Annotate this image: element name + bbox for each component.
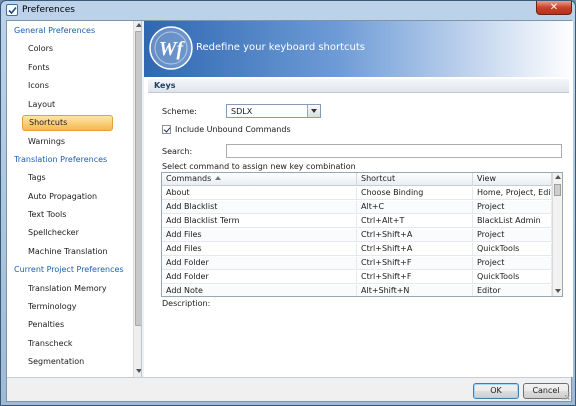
cell-shortcut: Alt+Shift+N — [357, 285, 473, 296]
app-checkmark-icon — [6, 4, 18, 16]
nav-item-machine-translation[interactable]: Machine Translation — [28, 244, 108, 260]
cell-shortcut: Ctrl+Shift+A — [357, 229, 473, 242]
column-header-commands-label: Commands — [166, 174, 212, 183]
cell-command: Add Folder — [162, 257, 357, 270]
close-button[interactable]: ✕ — [536, 1, 572, 15]
cell-command: Add Note — [162, 285, 357, 296]
description-label: Description: — [162, 299, 211, 308]
table-header: Commands Shortcut View — [162, 173, 552, 186]
cell-shortcut: Ctrl+Shift+A — [357, 243, 473, 256]
resize-grip-icon[interactable] — [562, 392, 570, 400]
svg-text:Wf: Wf — [159, 38, 186, 60]
column-header-view[interactable]: View — [473, 173, 552, 186]
keys-section-title: Keys — [154, 81, 176, 90]
cell-command: Add Blacklist Term — [162, 215, 357, 228]
chevron-down-icon[interactable] — [307, 105, 320, 117]
table-row[interactable]: Add Blacklist Term Ctrl+Alt+T BlackList … — [162, 215, 552, 228]
cell-command: Add Files — [162, 243, 357, 256]
cell-command: Add Files — [162, 229, 357, 242]
scheme-label: Scheme: — [162, 107, 197, 116]
window-title: Preferences — [22, 5, 75, 15]
nav-item-tags[interactable]: Tags — [28, 170, 46, 186]
banner-heading: Redefine your keyboard shortcuts — [196, 42, 366, 53]
cell-shortcut: Ctrl+Shift+F — [357, 257, 473, 270]
cell-shortcut: Choose Binding — [357, 187, 473, 200]
cell-command: About — [162, 187, 357, 200]
cell-command: Add Blacklist — [162, 201, 357, 214]
table-row[interactable]: Add Files Ctrl+Shift+A Project — [162, 229, 552, 242]
scheme-select[interactable]: SDLX — [226, 104, 321, 118]
cell-view: Project — [473, 229, 552, 242]
table-row[interactable]: Add Folder Ctrl+Shift+F Project — [162, 257, 552, 270]
nav-item-fonts[interactable]: Fonts — [28, 60, 50, 76]
scroll-up-icon[interactable] — [136, 23, 141, 27]
nav-group-current-project[interactable]: Current Project Preferences — [14, 262, 124, 278]
cell-view: Project — [473, 257, 552, 270]
cell-view: Editor — [473, 285, 552, 296]
scroll-down-icon[interactable] — [555, 289, 561, 293]
column-header-shortcut[interactable]: Shortcut — [357, 173, 473, 186]
search-label: Search: — [162, 147, 193, 156]
dialog-client: General Preferences Colors Fonts Icons L… — [6, 20, 573, 402]
nav-item-terminology[interactable]: Terminology — [28, 299, 77, 315]
preferences-window: Preferences ✕ General Preferences Colors… — [0, 0, 576, 406]
scroll-up-icon[interactable] — [555, 175, 561, 179]
cell-command: Add Folder — [162, 271, 357, 284]
column-header-commands[interactable]: Commands — [162, 173, 357, 186]
cell-view: QuickTools — [473, 243, 552, 256]
include-unbound-checkbox[interactable] — [162, 125, 171, 134]
nav-item-transcheck[interactable]: Transcheck — [28, 336, 73, 352]
nav-item-layout[interactable]: Layout — [28, 97, 55, 113]
scroll-thumb[interactable] — [135, 31, 141, 326]
nav-item-text-tools[interactable]: Text Tools — [28, 207, 66, 223]
search-input[interactable] — [226, 144, 562, 158]
cell-shortcut: Ctrl+Shift+F — [357, 271, 473, 284]
preferences-nav: General Preferences Colors Fonts Icons L… — [7, 21, 142, 377]
select-command-label: Select command to assign new key combina… — [162, 162, 356, 171]
shortcuts-panel: Wf Redefine your keyboard shortcuts Keys… — [144, 21, 573, 377]
cell-view: Home, Project, Edit... — [473, 187, 552, 200]
wordfast-logo-icon: Wf — [149, 26, 193, 70]
header-banner: Wf Redefine your keyboard shortcuts — [144, 21, 573, 77]
scheme-value: SDLX — [231, 107, 253, 116]
nav-item-icons[interactable]: Icons — [28, 78, 49, 94]
cell-shortcut: Alt+C — [357, 201, 473, 214]
table-row[interactable]: About Choose Binding Home, Project, Edit… — [162, 187, 552, 200]
nav-item-auto-propagation[interactable]: Auto Propagation — [28, 189, 97, 205]
cell-view: QuickTools — [473, 271, 552, 284]
table-row[interactable]: Add Files Ctrl+Shift+A QuickTools — [162, 243, 552, 256]
scroll-down-icon[interactable] — [136, 369, 141, 373]
table-row[interactable]: Add Folder Ctrl+Shift+F QuickTools — [162, 271, 552, 284]
include-unbound-label[interactable]: Include Unbound Commands — [175, 125, 291, 134]
cell-view: BlackList Admin — [473, 215, 552, 228]
title-bar[interactable]: Preferences ✕ — [1, 1, 575, 20]
nav-group-general[interactable]: General Preferences — [14, 23, 95, 39]
table-row[interactable]: Add Note Alt+Shift+N Editor — [162, 285, 552, 296]
cell-view: Project — [473, 201, 552, 214]
nav-item-shortcuts[interactable]: Shortcuts — [22, 115, 113, 131]
nav-item-translation-memory[interactable]: Translation Memory — [28, 281, 107, 297]
nav-item-segmentation[interactable]: Segmentation — [28, 354, 84, 370]
ok-button[interactable]: OK — [473, 383, 519, 399]
close-icon: ✕ — [549, 2, 559, 13]
cell-shortcut: Ctrl+Alt+T — [357, 215, 473, 228]
dialog-footer: OK Cancel — [7, 377, 571, 401]
nav-scrollbar[interactable] — [133, 21, 141, 377]
commands-table: Commands Shortcut View About Choose Bind… — [161, 172, 563, 297]
keys-section-header: Keys — [148, 79, 569, 93]
table-row[interactable]: Add Blacklist Alt+C Project — [162, 201, 552, 214]
nav-item-spellchecker[interactable]: Spellchecker — [28, 225, 79, 241]
scroll-thumb[interactable] — [554, 184, 561, 196]
nav-item-colors[interactable]: Colors — [28, 41, 53, 57]
table-scrollbar[interactable] — [552, 173, 562, 296]
nav-item-warnings[interactable]: Warnings — [28, 134, 65, 150]
sort-ascending-icon — [215, 176, 222, 180]
nav-item-penalties[interactable]: Penalties — [28, 317, 64, 333]
nav-group-translation[interactable]: Translation Preferences — [14, 152, 107, 168]
